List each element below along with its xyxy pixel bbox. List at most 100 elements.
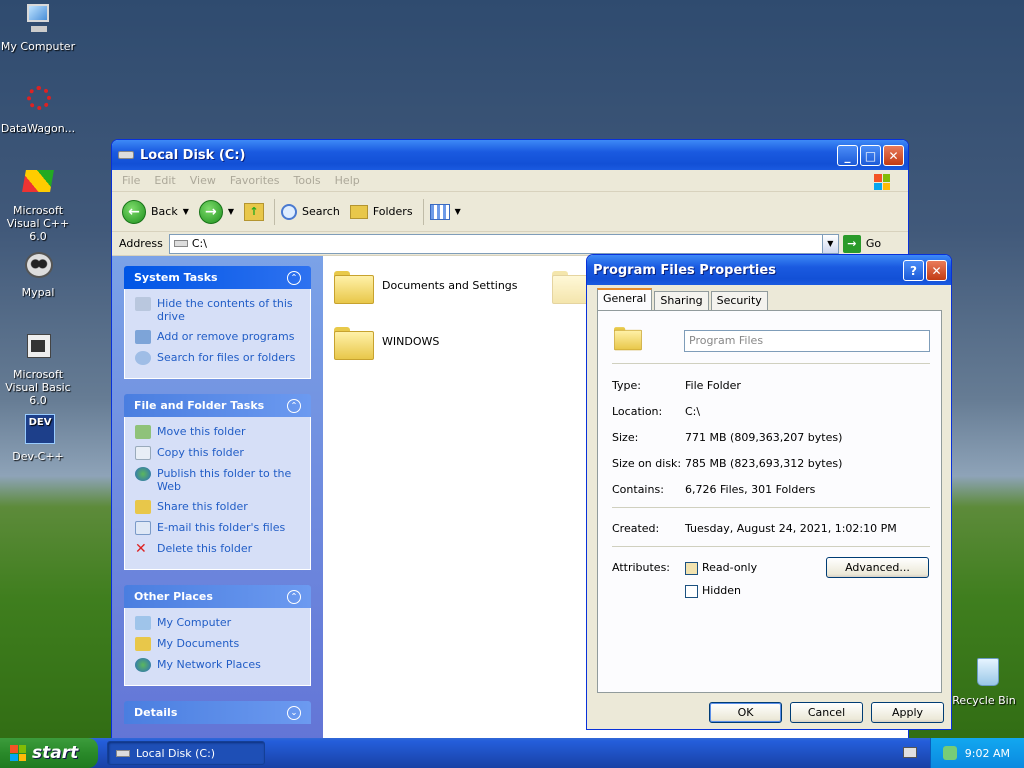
help-icon: ? bbox=[910, 263, 917, 278]
address-label: Address bbox=[119, 237, 163, 250]
search-label: Search bbox=[302, 205, 340, 218]
task-label: Publish this folder to the Web bbox=[157, 467, 292, 493]
chevron-up-icon[interactable]: ⌃ bbox=[287, 589, 301, 604]
visual-basic-icon bbox=[21, 330, 55, 364]
menu-file[interactable]: File bbox=[122, 174, 140, 187]
folder-name-field[interactable]: Program Files bbox=[684, 330, 930, 352]
place-my-computer[interactable]: My Computer bbox=[135, 616, 300, 630]
desktop-icon-visual-basic[interactable]: Microsoft Visual Basic 6.0 bbox=[0, 330, 78, 407]
maximize-button[interactable]: □ bbox=[860, 145, 881, 166]
menu-bar: File Edit View Favorites Tools Help bbox=[112, 170, 908, 192]
close-button[interactable]: ✕ bbox=[883, 145, 904, 166]
folder-item[interactable]: Documents and Settings bbox=[334, 268, 518, 304]
search-icon bbox=[135, 351, 151, 365]
desktop-icon-dev-cpp[interactable]: DEV Dev-C++ bbox=[0, 412, 78, 463]
minimize-button[interactable]: _ bbox=[837, 145, 858, 166]
field-value: 785 MB (823,693,312 bytes) bbox=[685, 457, 843, 470]
dialog-close-button[interactable]: ✕ bbox=[926, 260, 947, 281]
task-delete-folder[interactable]: ✕ Delete this folder bbox=[135, 542, 300, 556]
task-add-remove-programs[interactable]: Add or remove programs bbox=[135, 330, 300, 344]
chevron-up-icon[interactable]: ⌃ bbox=[287, 270, 301, 285]
help-button[interactable]: ? bbox=[903, 260, 924, 281]
task-hide-drive[interactable]: Hide the contents of this drive bbox=[135, 297, 300, 323]
folders-button[interactable]: Folders bbox=[349, 204, 413, 219]
file-folder-tasks-list: Move this folder Copy this folder Publis… bbox=[124, 417, 311, 570]
task-search-files[interactable]: Search for files or folders bbox=[135, 351, 300, 365]
field-label: Type: bbox=[612, 379, 641, 392]
search-button[interactable]: Search bbox=[281, 203, 340, 220]
other-places-header[interactable]: Other Places ⌃ bbox=[124, 585, 311, 608]
menu-tools[interactable]: Tools bbox=[294, 174, 321, 187]
desktop-icon-datawagon[interactable]: DataWagon... bbox=[0, 84, 78, 135]
task-share-folder[interactable]: Share this folder bbox=[135, 500, 300, 514]
details-header[interactable]: Details ⌄ bbox=[124, 701, 311, 724]
task-label: Add or remove programs bbox=[157, 330, 295, 343]
tab-general[interactable]: General bbox=[597, 288, 653, 310]
go-button[interactable]: → Go bbox=[842, 234, 881, 253]
taskbar-item-local-disk[interactable]: Local Disk (C:) bbox=[107, 741, 265, 765]
task-label: Hide the contents of this drive bbox=[157, 297, 293, 323]
toolbar-separator bbox=[274, 198, 276, 225]
system-tray: 9:02 AM bbox=[930, 738, 1024, 768]
readonly-checkbox[interactable]: Read-only bbox=[685, 561, 757, 575]
views-button[interactable]: ▼ bbox=[429, 203, 461, 220]
menu-favorites[interactable]: Favorites bbox=[230, 174, 280, 187]
desktop-icon-my-computer[interactable]: My Computer bbox=[0, 2, 78, 53]
folder-item[interactable] bbox=[552, 268, 592, 304]
menu-edit[interactable]: Edit bbox=[154, 174, 175, 187]
window-title: Local Disk (C:) bbox=[140, 147, 246, 163]
chevron-down-icon[interactable]: ⌄ bbox=[287, 705, 301, 720]
task-publish-web[interactable]: Publish this folder to the Web bbox=[135, 467, 300, 493]
place-label: My Documents bbox=[157, 637, 240, 650]
task-move-folder[interactable]: Move this folder bbox=[135, 425, 300, 439]
address-dropdown[interactable]: ▼ bbox=[821, 234, 838, 253]
desktop-icon-mypal[interactable]: Mypal bbox=[0, 248, 78, 299]
hidden-checkbox[interactable]: Hidden bbox=[685, 584, 741, 598]
chevron-up-icon[interactable]: ⌃ bbox=[287, 398, 301, 413]
forward-arrow-icon: → bbox=[198, 199, 223, 224]
checkbox-box bbox=[685, 584, 698, 598]
dialog-title-bar[interactable]: Program Files Properties ? ✕ bbox=[587, 255, 951, 285]
taskbar: start Local Disk (C:) 9:02 AM bbox=[0, 738, 1024, 768]
advanced-button[interactable]: Advanced... bbox=[826, 557, 929, 578]
address-input[interactable]: C:\ ▼ bbox=[168, 233, 839, 254]
start-button[interactable]: start bbox=[0, 738, 98, 768]
task-copy-folder[interactable]: Copy this folder bbox=[135, 446, 300, 460]
tray-update-icon[interactable] bbox=[942, 746, 957, 760]
keyboard-icon[interactable] bbox=[903, 747, 917, 758]
system-tasks-header[interactable]: System Tasks ⌃ bbox=[124, 266, 311, 289]
apply-button[interactable]: Apply bbox=[871, 702, 944, 723]
desktop-icon-visual-cpp[interactable]: Microsoft Visual C++ 6.0 bbox=[0, 166, 78, 243]
menu-help[interactable]: Help bbox=[335, 174, 360, 187]
task-label: Delete this folder bbox=[157, 542, 253, 555]
windows-logo-icon bbox=[10, 745, 26, 761]
cancel-button[interactable]: Cancel bbox=[790, 702, 863, 723]
place-my-documents[interactable]: My Documents bbox=[135, 637, 300, 651]
place-my-network-places[interactable]: My Network Places bbox=[135, 658, 300, 672]
task-label: Share this folder bbox=[157, 500, 248, 513]
menu-view[interactable]: View bbox=[190, 174, 216, 187]
delete-x-icon: ✕ bbox=[135, 541, 147, 557]
chevron-down-icon: ▼ bbox=[182, 207, 189, 216]
move-folder-icon bbox=[135, 425, 151, 439]
back-label: Back bbox=[151, 205, 178, 218]
place-label: My Network Places bbox=[157, 658, 261, 671]
ok-button[interactable]: OK bbox=[709, 702, 782, 723]
explorer-title-bar[interactable]: Local Disk (C:) _ □ ✕ bbox=[112, 140, 908, 170]
tab-sharing[interactable]: Sharing bbox=[654, 291, 709, 310]
folder-item[interactable]: WINDOWS bbox=[334, 324, 439, 360]
field-value: Tuesday, August 24, 2021, 1:02:10 PM bbox=[685, 522, 897, 535]
forward-button[interactable]: → ▼ bbox=[198, 199, 234, 224]
other-places-panel: Other Places ⌃ My Computer My Documents M… bbox=[124, 585, 311, 686]
task-pane: System Tasks ⌃ Hide the contents of this … bbox=[112, 256, 324, 740]
desktop-icon-recycle-bin[interactable]: Recycle Bin bbox=[944, 656, 1024, 707]
size-row: Size: 771 MB (809,363,207 bytes) bbox=[612, 431, 842, 444]
dialog-title: Program Files Properties bbox=[593, 262, 776, 278]
up-button[interactable]: ↑ bbox=[244, 202, 265, 221]
file-folder-tasks-header[interactable]: File and Folder Tasks ⌃ bbox=[124, 394, 311, 417]
tab-security[interactable]: Security bbox=[710, 291, 768, 310]
task-email-files[interactable]: E-mail this folder's files bbox=[135, 521, 300, 535]
address-bar: Address C:\ ▼ → Go bbox=[112, 232, 908, 256]
back-button[interactable]: ← Back ▼ bbox=[122, 199, 189, 224]
desktop-icon-label: Microsoft Visual C++ 6.0 bbox=[6, 204, 70, 243]
